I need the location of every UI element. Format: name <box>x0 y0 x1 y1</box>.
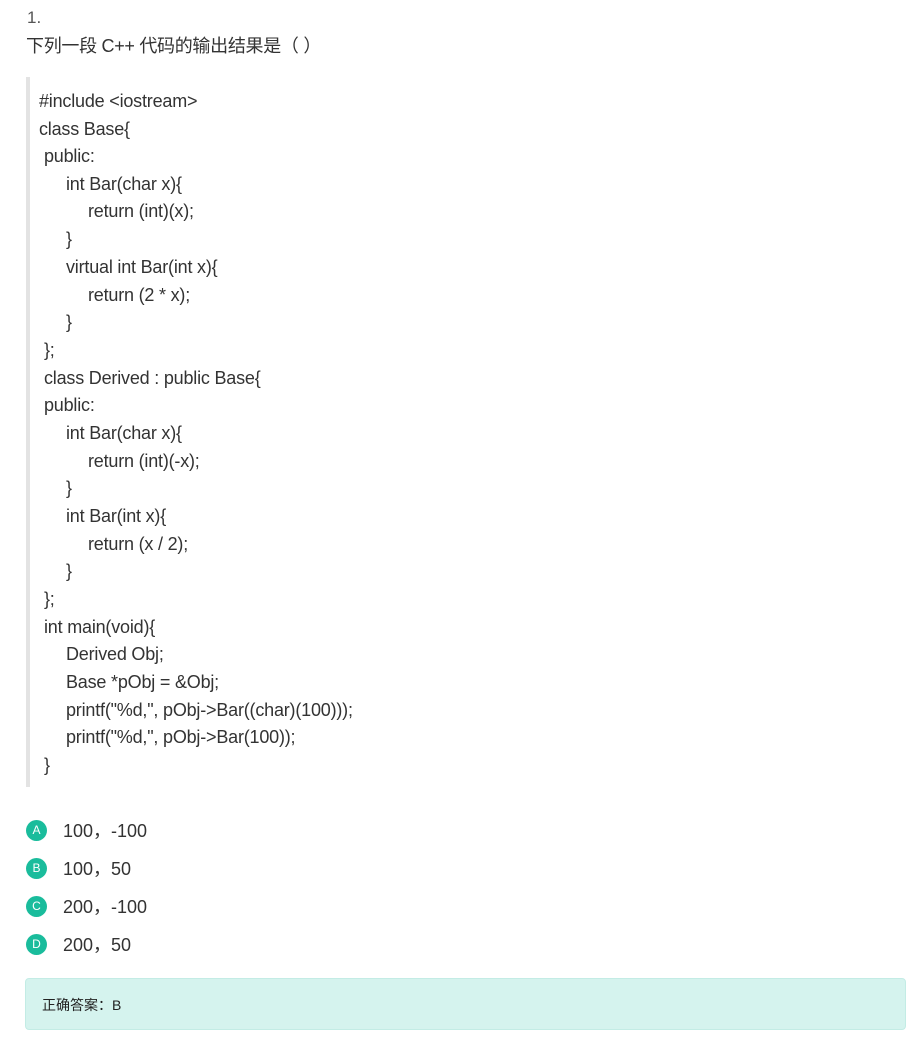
code-line: class Derived : public Base{ <box>44 368 261 388</box>
option-a-text: 100，-100 <box>63 821 148 841</box>
code-block: #include <iostream> class Base{ public: … <box>26 77 886 787</box>
option-c-text: 200，-100 <box>63 897 148 917</box>
code-line: }; <box>44 589 55 609</box>
code-line: } <box>66 561 72 581</box>
option-b-badge: B <box>26 858 47 879</box>
option-d[interactable]: D 200，50 <box>26 931 326 959</box>
option-b-text: 100，50 <box>63 859 132 879</box>
code-line: printf("%d,", pObj->Bar(100)); <box>66 727 296 747</box>
code-line: return (x / 2); <box>88 534 189 554</box>
code-line: } <box>44 755 50 775</box>
code-line: } <box>66 229 72 249</box>
code-line: return (2 * x); <box>88 285 191 305</box>
answer-box: 正确答案：B <box>25 978 906 1030</box>
code-line: int Bar(char x){ <box>66 423 182 443</box>
option-d-badge: D <box>26 934 47 955</box>
code-line: int Bar(char x){ <box>66 174 182 194</box>
code-line: class Base{ <box>39 119 130 139</box>
correct-answer: 正确答案：B <box>42 997 122 1013</box>
option-c-badge: C <box>26 896 47 917</box>
option-b[interactable]: B 100，50 <box>26 855 326 883</box>
code-line: virtual int Bar(int x){ <box>66 257 218 277</box>
code-line: return (int)(-x); <box>88 451 200 471</box>
code-line: } <box>66 478 72 498</box>
code-line: printf("%d,", pObj->Bar((char)(100))); <box>66 700 353 720</box>
code-line: #include <iostream> <box>39 91 198 111</box>
option-d-text: 200，50 <box>63 935 132 955</box>
code-line: public: <box>44 395 95 415</box>
code-line: } <box>66 312 72 332</box>
option-a-badge: A <box>26 820 47 841</box>
code-line: }; <box>44 340 55 360</box>
code-line: Base *pObj = &Obj; <box>66 672 219 692</box>
question-text: 下列一段 C++ 代码的输出结果是（ ） <box>26 36 322 56</box>
option-a[interactable]: A 100，-100 <box>26 817 326 845</box>
code-line: public: <box>44 146 95 166</box>
option-c[interactable]: C 200，-100 <box>26 893 326 921</box>
question-number: 1. <box>27 8 42 27</box>
code-line: int main(void){ <box>44 617 156 637</box>
code-line: return (int)(x); <box>88 201 194 221</box>
code-line: Derived Obj; <box>66 644 164 664</box>
code-line: int Bar(int x){ <box>66 506 167 526</box>
